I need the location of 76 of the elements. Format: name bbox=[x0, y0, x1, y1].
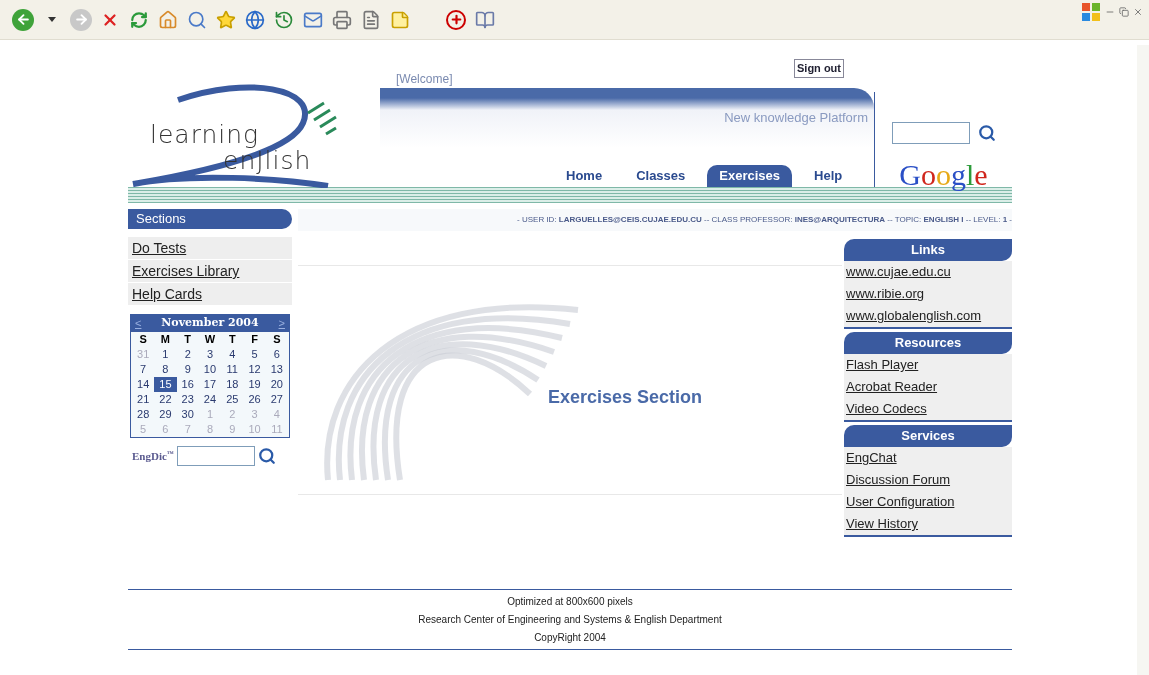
search-icon[interactable] bbox=[977, 124, 996, 142]
nav-tab[interactable]: Classes bbox=[624, 165, 698, 187]
engdic-logo: EngDic$^{™}$ bbox=[132, 448, 174, 464]
calendar-day[interactable]: 4 bbox=[221, 347, 244, 362]
link[interactable]: Discussion Forum bbox=[844, 469, 1012, 491]
link[interactable]: Video Codecs bbox=[844, 398, 1012, 420]
calendar-day[interactable]: 22 bbox=[154, 392, 177, 407]
weekday-label: T bbox=[183, 332, 193, 347]
section-link[interactable]: Help Cards bbox=[128, 283, 292, 306]
calendar-day[interactable]: 16 bbox=[176, 377, 199, 392]
calendar-day[interactable]: 7 bbox=[132, 362, 155, 377]
calendar-day[interactable]: 8 bbox=[154, 362, 177, 377]
calendar-day[interactable]: 30 bbox=[176, 407, 199, 422]
calendar-day[interactable]: 17 bbox=[198, 377, 222, 392]
panel-header: Resources bbox=[844, 332, 1012, 354]
calendar-day[interactable]: 10 bbox=[198, 362, 222, 377]
weekday-label: S bbox=[272, 332, 282, 347]
section-link[interactable]: Do Tests bbox=[128, 237, 292, 260]
search-field[interactable] bbox=[891, 122, 970, 144]
link[interactable]: www.globalenglish.com bbox=[844, 305, 1012, 327]
weekday-label: M bbox=[159, 332, 171, 347]
close-icon[interactable] bbox=[1133, 7, 1143, 17]
calendar-day[interactable]: 21 bbox=[132, 392, 155, 407]
calendar-day[interactable]: 25 bbox=[221, 392, 244, 407]
section-title: Exercises Section bbox=[548, 386, 703, 409]
calendar-day[interactable]: 14 bbox=[132, 377, 155, 392]
nav-tab[interactable]: Exercises bbox=[707, 165, 792, 187]
panel-header: Links bbox=[844, 239, 1012, 261]
welcome-text: [Welcome] bbox=[396, 71, 453, 88]
windows-logo-icon bbox=[1081, 2, 1101, 22]
logo-text: learning bbox=[150, 119, 260, 150]
calendar-day[interactable]: 15 bbox=[154, 377, 177, 392]
month-title: November 2004 bbox=[161, 315, 259, 332]
calendar-day[interactable]: 13 bbox=[265, 362, 288, 377]
calendar-day[interactable]: 18 bbox=[221, 377, 244, 392]
calendar-day[interactable]: 23 bbox=[176, 392, 199, 407]
calendar-day[interactable]: 2 bbox=[176, 347, 199, 362]
tagline-text: New knowledge Platform bbox=[724, 109, 868, 127]
footer-text: Research Center of Engineering and Systems & English Department bbox=[418, 613, 722, 627]
calendar-day[interactable]: 19 bbox=[243, 377, 266, 392]
calendar-day[interactable]: 20 bbox=[265, 377, 288, 392]
link[interactable]: User Configuration bbox=[844, 491, 1012, 513]
section-link[interactable]: Exercises Library bbox=[128, 260, 292, 283]
weekday-label: T bbox=[227, 332, 237, 347]
calendar-day[interactable]: 1 bbox=[154, 347, 177, 362]
sign-out-link[interactable]: Sign out bbox=[794, 59, 844, 78]
calendar-day[interactable]: 6 bbox=[265, 347, 288, 362]
calendar-day[interactable]: 28 bbox=[132, 407, 155, 422]
dictionary-field[interactable] bbox=[176, 446, 255, 466]
link[interactable]: View History bbox=[844, 513, 1012, 535]
nav-tab[interactable]: Help bbox=[802, 165, 855, 187]
panel-header: Services bbox=[844, 425, 1012, 447]
link[interactable]: Acrobat Reader bbox=[844, 376, 1012, 398]
weekday-label: F bbox=[250, 332, 259, 347]
footer-text: Optimized at 800x600 pixels bbox=[507, 595, 633, 609]
link[interactable]: www.ribie.org bbox=[844, 283, 1012, 305]
nav-tab[interactable]: Home bbox=[554, 165, 615, 187]
calendar-day[interactable]: 3 bbox=[198, 347, 222, 362]
weekday-label: W bbox=[203, 332, 217, 347]
calendar-day[interactable]: 11 bbox=[221, 362, 244, 377]
calendar-day[interactable]: 27 bbox=[265, 392, 288, 407]
weekday-label: S bbox=[138, 332, 148, 347]
search-icon[interactable] bbox=[257, 447, 276, 465]
google-logo: Google bbox=[899, 157, 988, 193]
link[interactable]: Flash Player bbox=[844, 354, 1012, 376]
sections-header: Sections bbox=[128, 209, 292, 229]
calendar-day[interactable]: 9 bbox=[176, 362, 199, 377]
calendar-day[interactable]: 26 bbox=[243, 392, 266, 407]
link[interactable]: EngChat bbox=[844, 447, 1012, 469]
link[interactable]: www.cujae.edu.cu bbox=[844, 261, 1012, 283]
calendar-day[interactable]: 5 bbox=[243, 347, 266, 362]
calendar-day[interactable]: 12 bbox=[243, 362, 266, 377]
calendar-day[interactable]: 24 bbox=[198, 392, 222, 407]
restore-icon[interactable] bbox=[1119, 7, 1129, 17]
calendar-day[interactable]: 29 bbox=[154, 407, 177, 422]
footer-text: CopyRight 2004 bbox=[534, 631, 606, 645]
